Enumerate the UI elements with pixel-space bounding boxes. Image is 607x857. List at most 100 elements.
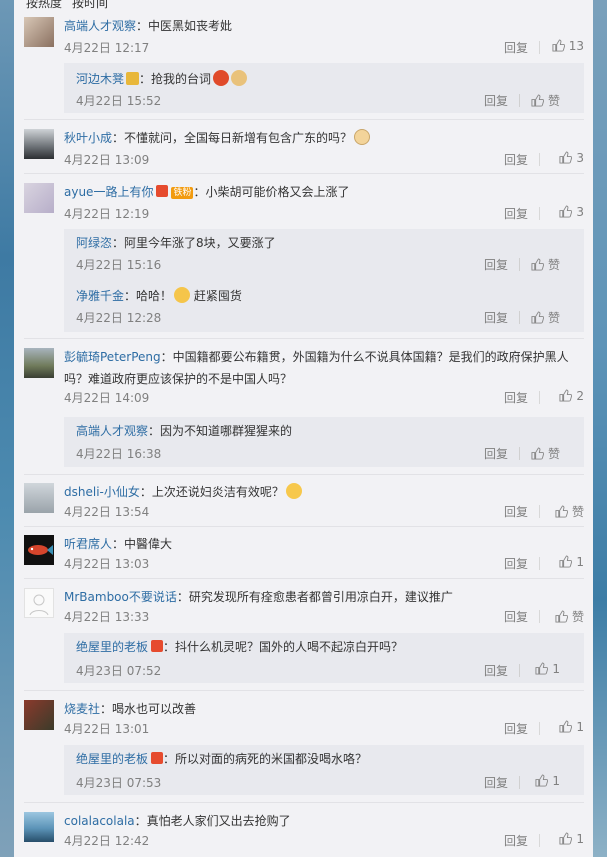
thumbs-up-icon [531, 94, 544, 107]
reply-username[interactable]: 高端人才观察 [76, 424, 148, 438]
comment-username[interactable]: MrBamboo不要说话 [64, 590, 177, 604]
sad-emoji-icon [285, 483, 302, 499]
divider [519, 447, 520, 460]
reply-button[interactable]: 回复 [504, 205, 528, 222]
reply-button[interactable]: 回复 [504, 39, 528, 56]
like-count: 1 [552, 662, 560, 676]
reply-button[interactable]: 回复 [484, 92, 508, 109]
like-button[interactable]: 1 [542, 832, 584, 846]
like-count: 3 [576, 205, 584, 219]
like-count: 赞 [547, 94, 560, 108]
like-count: 2 [576, 389, 584, 403]
like-count: 1 [552, 774, 560, 788]
like-button[interactable]: 13 [542, 39, 584, 53]
comment-date: 4月22日 12:19 [64, 207, 150, 221]
divider [519, 94, 520, 107]
like-count: 赞 [547, 311, 560, 325]
reply-button[interactable]: 回复 [484, 256, 508, 273]
reply-button[interactable]: 回复 [504, 389, 528, 406]
avatar[interactable] [24, 812, 54, 842]
comment-username[interactable]: 高端人才观察 [64, 19, 136, 33]
reply-button[interactable]: 回复 [504, 608, 528, 625]
thumbs-up-icon [531, 447, 544, 460]
divider [24, 173, 584, 174]
reply-username[interactable]: 河边木凳 [76, 72, 124, 86]
like-button[interactable]: 1 [535, 774, 560, 788]
like-button[interactable]: 赞 [531, 309, 560, 326]
reply-button[interactable]: 回复 [504, 555, 528, 572]
like-button[interactable]: 赞 [542, 503, 584, 520]
like-button[interactable]: 2 [542, 389, 584, 403]
reply-button[interactable]: 回复 [504, 832, 528, 849]
comment-username[interactable]: 秋叶小成 [64, 131, 112, 145]
divider [539, 722, 540, 735]
angry-emoji-icon [213, 70, 230, 86]
like-button[interactable]: 1 [542, 720, 584, 734]
like-count: 3 [576, 151, 584, 165]
like-button[interactable]: 赞 [542, 608, 584, 625]
like-button[interactable]: 赞 [531, 256, 560, 273]
avatar[interactable] [24, 129, 54, 159]
comment-date: 4月22日 13:03 [64, 557, 150, 571]
trophy-icon [126, 72, 140, 85]
reply-text-tail: 赶紧囤货 [193, 289, 242, 303]
cat-emoji-icon [231, 70, 248, 86]
avatar[interactable] [24, 183, 54, 213]
reply-button[interactable]: 回复 [504, 720, 528, 737]
divider [24, 690, 584, 691]
like-button[interactable]: 1 [542, 555, 584, 569]
sort-tabs: 按热度 按时间 [26, 0, 118, 10]
avatar[interactable] [24, 483, 54, 513]
thumbs-up-icon [559, 832, 573, 845]
thumbs-up-icon [559, 555, 573, 568]
avatar[interactable] [24, 588, 54, 618]
reply-button[interactable]: 回复 [484, 309, 508, 326]
reply-username[interactable]: 绝屋里的老板 [76, 752, 148, 766]
avatar[interactable] [24, 348, 54, 378]
reply-username[interactable]: 净雅千金 [76, 289, 124, 303]
like-button[interactable]: 3 [542, 205, 584, 219]
thumbs-up-icon [559, 389, 573, 402]
tab-sort-hot[interactable]: 按热度 [26, 0, 62, 10]
like-button[interactable]: 1 [535, 662, 560, 676]
like-count: 13 [568, 39, 584, 53]
reply-button[interactable]: 回复 [484, 662, 508, 679]
reply-username[interactable]: 绝屋里的老板 [76, 640, 148, 654]
comment-username[interactable]: 彭毓琦PeterPeng [64, 350, 161, 364]
avatar[interactable] [24, 700, 54, 730]
reply-button[interactable]: 回复 [504, 151, 528, 168]
like-button[interactable]: 赞 [531, 92, 560, 109]
comment-username[interactable]: dsheli-小仙女 [64, 485, 140, 499]
comment-date: 4月22日 13:54 [64, 505, 150, 519]
avatar[interactable] [24, 535, 54, 565]
comment-date: 4月22日 13:09 [64, 153, 150, 167]
fan-badge: 铁粉 [171, 187, 194, 199]
thumbs-up-icon [535, 774, 549, 787]
comment-username[interactable]: ayue一路上有你 [64, 185, 153, 199]
reply-button[interactable]: 回复 [484, 445, 508, 462]
like-button[interactable]: 赞 [531, 445, 560, 462]
reply-button[interactable]: 回复 [484, 774, 508, 791]
reply-button[interactable]: 回复 [504, 503, 528, 520]
reply-date: 4月22日 16:38 [76, 447, 162, 461]
comment-text: ：喝水也可以改善 [100, 702, 197, 716]
comment-text: ：中医黑如丧考妣 [136, 19, 233, 33]
tab-sort-time[interactable]: 按时间 [72, 0, 108, 10]
comment-username[interactable]: colalacolala [64, 814, 135, 828]
comment-username[interactable]: 烧麦社 [64, 702, 100, 716]
divider [24, 802, 584, 803]
comment-username[interactable]: 听君席人 [64, 537, 112, 551]
divider [539, 557, 540, 570]
reply-username[interactable]: 阿绿恣 [76, 236, 112, 250]
thumbs-up-icon [559, 205, 573, 218]
like-button[interactable]: 3 [542, 151, 584, 165]
divider [519, 664, 520, 677]
thumbs-up-icon [555, 505, 568, 518]
divider [519, 311, 520, 324]
divider [539, 834, 540, 847]
reply-date: 4月22日 15:52 [76, 94, 162, 108]
thumbs-up-icon [559, 151, 573, 164]
comment-text: ：不懂就问，全国每日新增有包含广东的吗？ [112, 131, 353, 145]
avatar[interactable] [24, 17, 54, 47]
comment-text: ：中醫偉大 [112, 537, 173, 551]
